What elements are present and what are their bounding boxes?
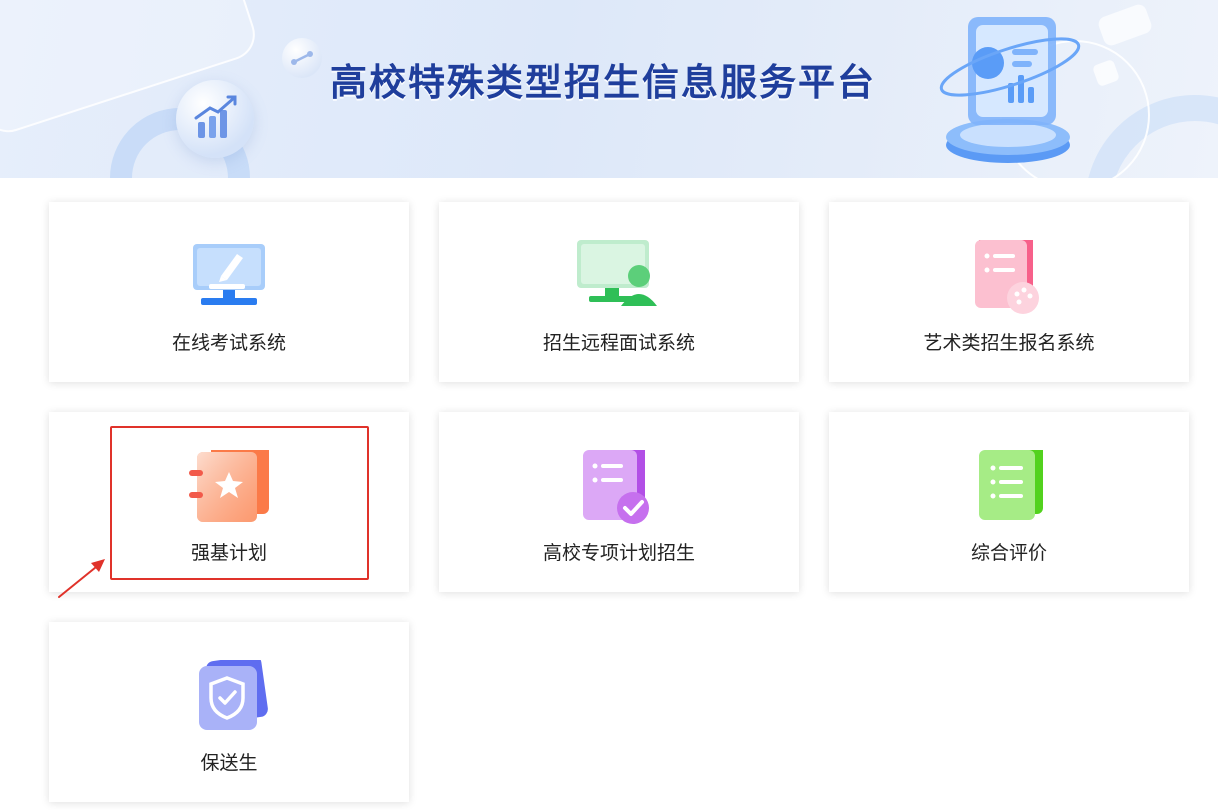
bar-chart-icon (176, 80, 254, 158)
card-label: 在线考试系统 (171, 332, 286, 354)
card-label: 保送生 (200, 752, 258, 774)
document-check-icon (577, 444, 661, 524)
monitor-pen-icon (187, 240, 271, 314)
card-art-registration-system[interactable]: 艺术类招生报名系统 (829, 202, 1189, 382)
card-comprehensive-evaluation[interactable]: 综合评价 (829, 412, 1189, 592)
card-online-exam-system[interactable]: 在线考试系统 (49, 202, 409, 382)
card-label: 艺术类招生报名系统 (923, 332, 1095, 354)
highlight-annotation-box (110, 426, 369, 580)
decorative-glass-panel (1096, 2, 1154, 48)
card-label: 综合评价 (970, 542, 1047, 564)
header-banner: 高校特殊类型招生信息服务平台 (0, 0, 1218, 178)
data-screen-illustration-icon (930, 5, 1090, 170)
monitor-user-icon (577, 240, 661, 314)
document-list-icon (967, 444, 1051, 524)
shield-check-icon (187, 655, 271, 734)
card-label: 招生远程面试系统 (542, 332, 695, 354)
card-special-plan-enrollment[interactable]: 高校专项计划招生 (439, 412, 799, 592)
card-recommended-admission[interactable]: 保送生 (49, 622, 409, 802)
annotation-arrow-icon (55, 555, 110, 600)
link-icon (282, 38, 322, 78)
page-title: 高校特殊类型招生信息服务平台 (330, 61, 876, 104)
document-palette-icon (967, 234, 1051, 314)
card-remote-interview-system[interactable]: 招生远程面试系统 (439, 202, 799, 382)
card-label: 高校专项计划招生 (542, 542, 695, 564)
